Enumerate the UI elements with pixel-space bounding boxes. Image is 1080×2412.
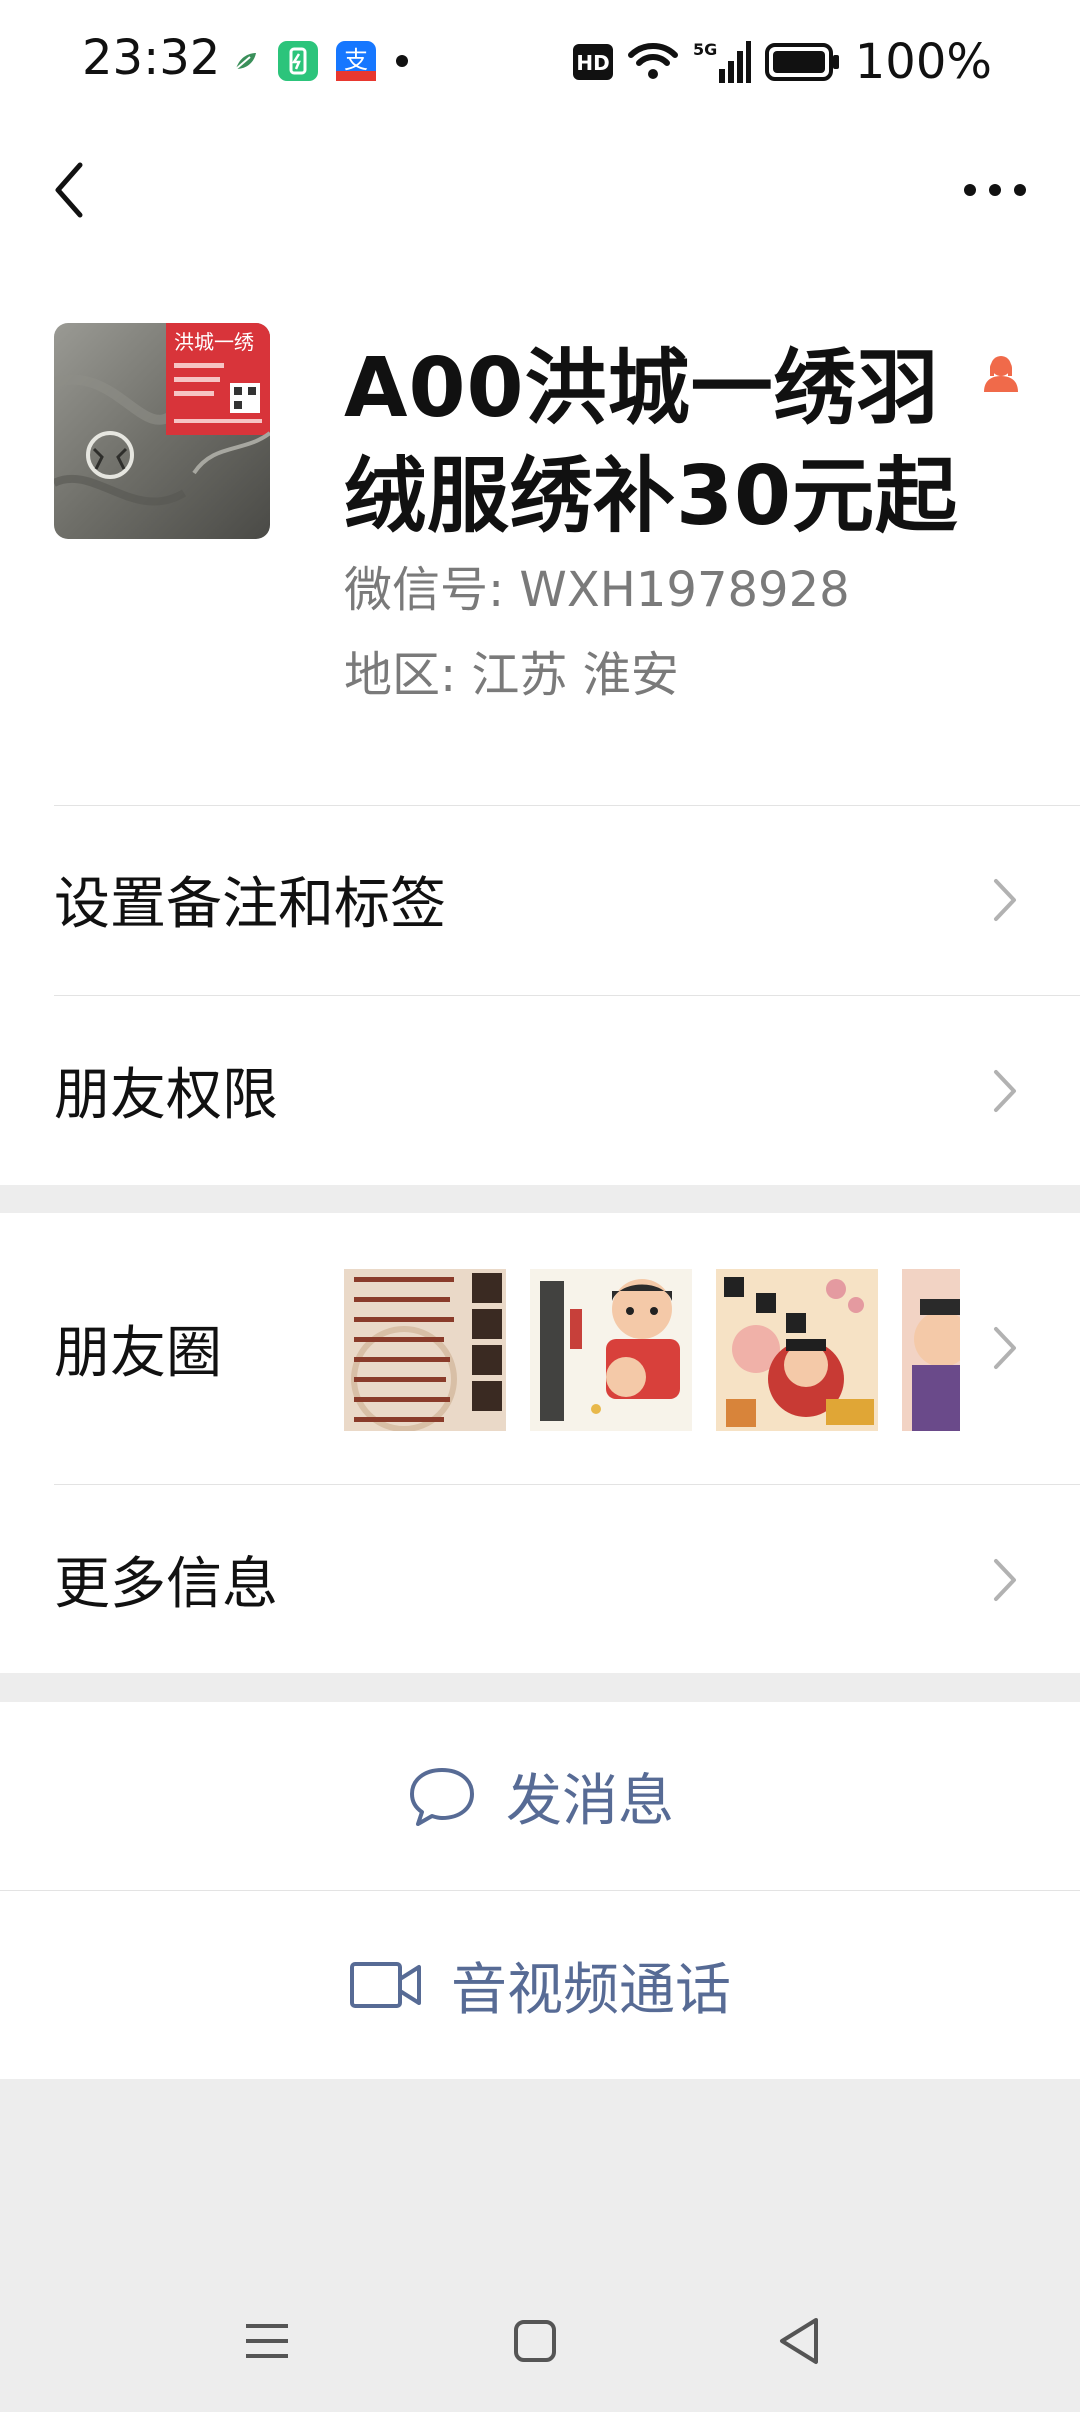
battery-percent: 100% — [854, 34, 992, 90]
video-camera-icon — [350, 1962, 421, 2008]
set-remarks-label: 设置备注和标签 — [54, 872, 446, 937]
hd-icon: HD — [572, 44, 613, 80]
top-nav-bar — [0, 125, 1080, 255]
video-call-button[interactable]: 音视频通话 — [0, 1891, 1080, 2079]
set-remarks-row[interactable]: 设置备注和标签 — [0, 805, 1080, 994]
battery-icon — [764, 43, 839, 81]
chat-bubble-icon — [410, 1768, 474, 1826]
profile-header: 洪城一绣 A00洪城一绣羽绒服绣补30元起 微信号: WXH1978928 地区… — [0, 255, 1080, 805]
friend-permissions-row[interactable]: 朋友权限 — [0, 996, 1080, 1185]
moments-thumbnails — [344, 1269, 960, 1431]
status-time: 23:32 — [82, 30, 221, 86]
chevron-right-icon — [994, 878, 1016, 921]
send-message-button[interactable]: 发消息 — [0, 1702, 1080, 1890]
wechat-id: 微信号: WXH1978928 — [344, 562, 850, 618]
svg-text:HD: HD — [576, 51, 609, 75]
friend-permissions-label: 朋友权限 — [54, 1063, 278, 1128]
svg-text:5G: 5G — [693, 40, 717, 59]
chevron-right-icon — [994, 1558, 1016, 1601]
avatar[interactable]: 洪城一绣 — [54, 323, 270, 539]
back-button[interactable] — [40, 155, 110, 225]
svg-text:支: 支 — [344, 46, 368, 74]
video-call-label: 音视频通话 — [451, 1957, 731, 2023]
signal-5g-icon: 5G — [693, 40, 751, 83]
alipay-icon: 支 — [336, 41, 376, 81]
female-icon — [984, 356, 1018, 392]
back-triangle-icon[interactable] — [766, 2306, 836, 2376]
more-options-button[interactable] — [950, 160, 1040, 220]
moments-row[interactable]: 朋友圈 — [0, 1213, 1080, 1483]
status-bar: 23:32 支 HD 5G 100% — [0, 0, 1080, 125]
battery-app-icon — [278, 41, 318, 81]
notification-icons: 支 — [232, 38, 410, 84]
moments-thumb — [902, 1269, 960, 1431]
system-navigation-bar — [0, 2280, 1080, 2400]
menu-icon[interactable] — [232, 2306, 302, 2376]
chevron-right-icon — [994, 1069, 1016, 1112]
moments-thumb — [344, 1269, 506, 1431]
contact-name: A00洪城一绣羽绒服绣补30元起 — [344, 341, 959, 544]
wifi-icon — [627, 43, 678, 79]
moments-thumb — [530, 1269, 692, 1431]
region: 地区: 江苏 淮安 — [344, 647, 679, 703]
chevron-right-icon — [994, 1327, 1016, 1369]
status-right: HD 5G 100% — [572, 34, 992, 90]
avatar-image: 洪城一绣 — [54, 323, 270, 539]
more-info-row[interactable]: 更多信息 — [0, 1485, 1080, 1674]
moments-thumb — [716, 1269, 878, 1431]
contact-profile-screen: 23:32 支 HD 5G 100% 洪城一绣 A00洪城一绣羽绒服绣补30元起… — [0, 0, 1080, 2412]
home-square-icon[interactable] — [500, 2306, 570, 2376]
moments-group: 朋友圈 更多信息 — [0, 1213, 1080, 1673]
moments-label: 朋友圈 — [54, 1320, 222, 1386]
send-message-label: 发消息 — [506, 1768, 674, 1834]
more-info-label: 更多信息 — [54, 1552, 278, 1617]
svg-text:洪城一绣: 洪城一绣 — [174, 330, 254, 354]
settings-group: 设置备注和标签 朋友权限 — [0, 805, 1080, 1185]
leaf-icon — [235, 53, 256, 70]
dot-icon — [396, 55, 408, 67]
